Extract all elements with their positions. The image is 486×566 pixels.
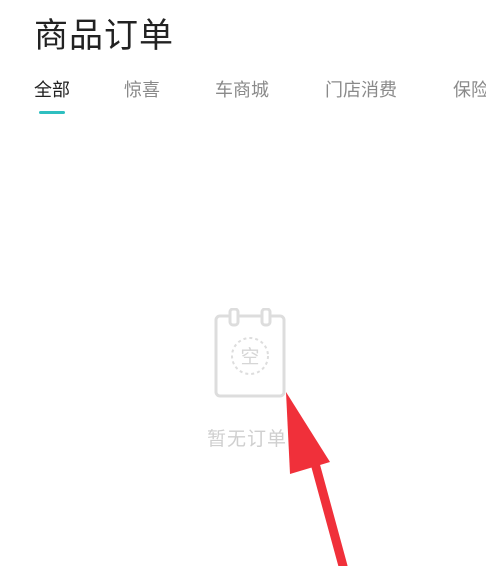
empty-state-text: 暂无订单 [207, 428, 288, 450]
page-title: 商品订单 [34, 16, 174, 56]
order-tabs: 全部 惊喜 车商城 门店消费 保险 [0, 76, 486, 116]
tab-all[interactable]: 全部 [34, 76, 70, 102]
tab-insurance[interactable]: 保险 [453, 76, 486, 102]
active-tab-indicator [39, 111, 65, 114]
tab-car-mall[interactable]: 车商城 [215, 76, 269, 102]
tab-surprise[interactable]: 惊喜 [124, 76, 160, 102]
empty-clipboard-icon: 空 [214, 308, 286, 398]
empty-icon-glyph: 空 [240, 346, 259, 368]
tab-store-consumption[interactable]: 门店消费 [325, 76, 397, 102]
